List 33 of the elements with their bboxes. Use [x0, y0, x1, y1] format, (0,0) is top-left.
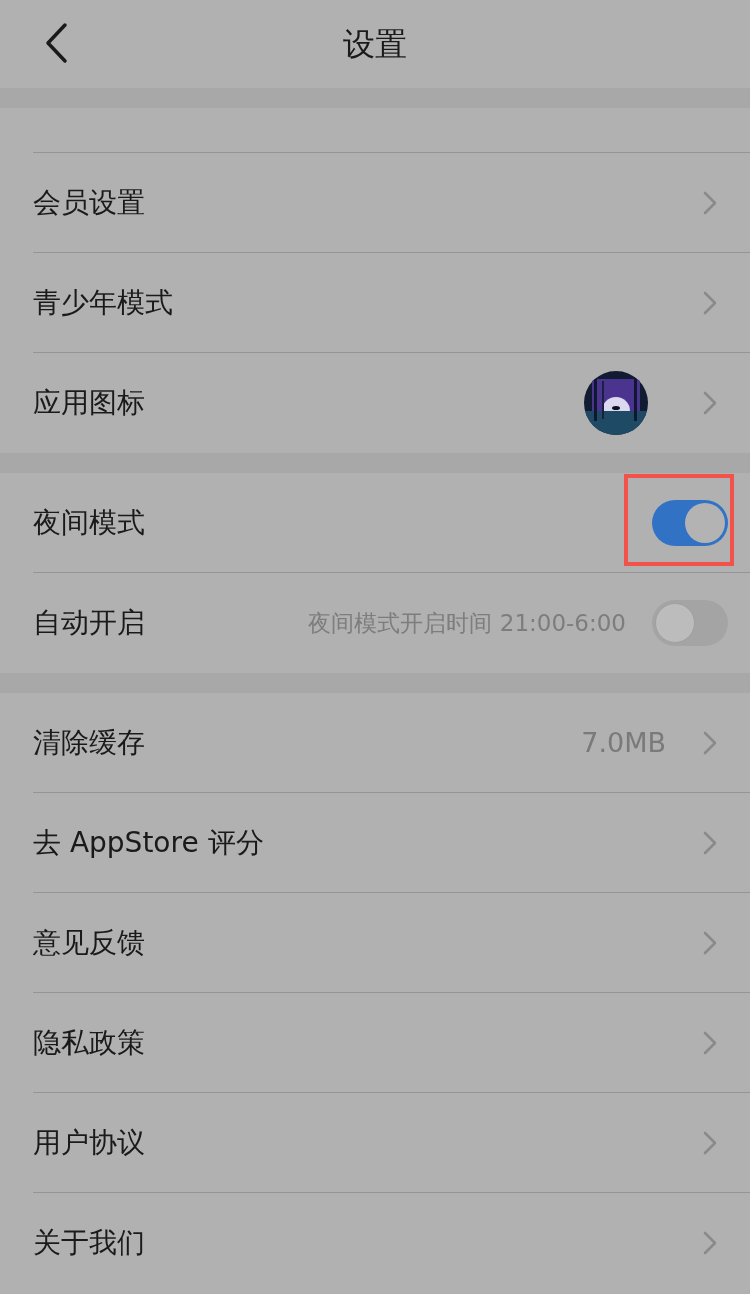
settings-row[interactable]: 青少年模式	[0, 253, 750, 353]
chevron-right-icon	[702, 190, 718, 216]
toggle-switch[interactable]	[652, 600, 728, 646]
chevron-right-icon	[702, 730, 718, 756]
chevron-right-icon	[702, 830, 718, 856]
row-label: 用户协议	[33, 1125, 145, 1161]
toggle-switch[interactable]	[652, 500, 728, 546]
row-label: 会员设置	[33, 185, 145, 221]
settings-row[interactable]: 意见反馈	[0, 893, 750, 993]
row-label: 应用图标	[33, 385, 145, 421]
settings-row[interactable]: 夜间模式	[0, 473, 750, 573]
row-label: 自动开启	[33, 605, 145, 641]
settings-row[interactable]: 会员设置	[0, 153, 750, 253]
row-label: 夜间模式	[33, 505, 145, 541]
back-icon[interactable]	[43, 22, 69, 64]
settings-row[interactable]: 关于我们	[0, 1193, 750, 1293]
chevron-right-icon	[702, 1030, 718, 1056]
settings-row[interactable]: 用户协议	[0, 1093, 750, 1193]
chevron-right-icon	[702, 290, 718, 316]
row-label: 青少年模式	[33, 285, 173, 321]
chevron-right-icon	[702, 390, 718, 416]
settings-row[interactable]: 隐私政策	[0, 993, 750, 1093]
row-label: 去 AppStore 评分	[33, 825, 264, 861]
row-label: 意见反馈	[33, 925, 145, 961]
page-title: 设置	[343, 24, 407, 65]
row-label: 关于我们	[33, 1225, 145, 1261]
chevron-right-icon	[702, 1130, 718, 1156]
row-label: 清除缓存	[33, 725, 145, 761]
chevron-right-icon	[702, 930, 718, 956]
chevron-right-icon	[702, 1230, 718, 1256]
settings-row[interactable]: 应用图标	[0, 353, 750, 453]
settings-row[interactable]: 去 AppStore 评分	[0, 793, 750, 893]
row-label: 隐私政策	[33, 1025, 145, 1061]
